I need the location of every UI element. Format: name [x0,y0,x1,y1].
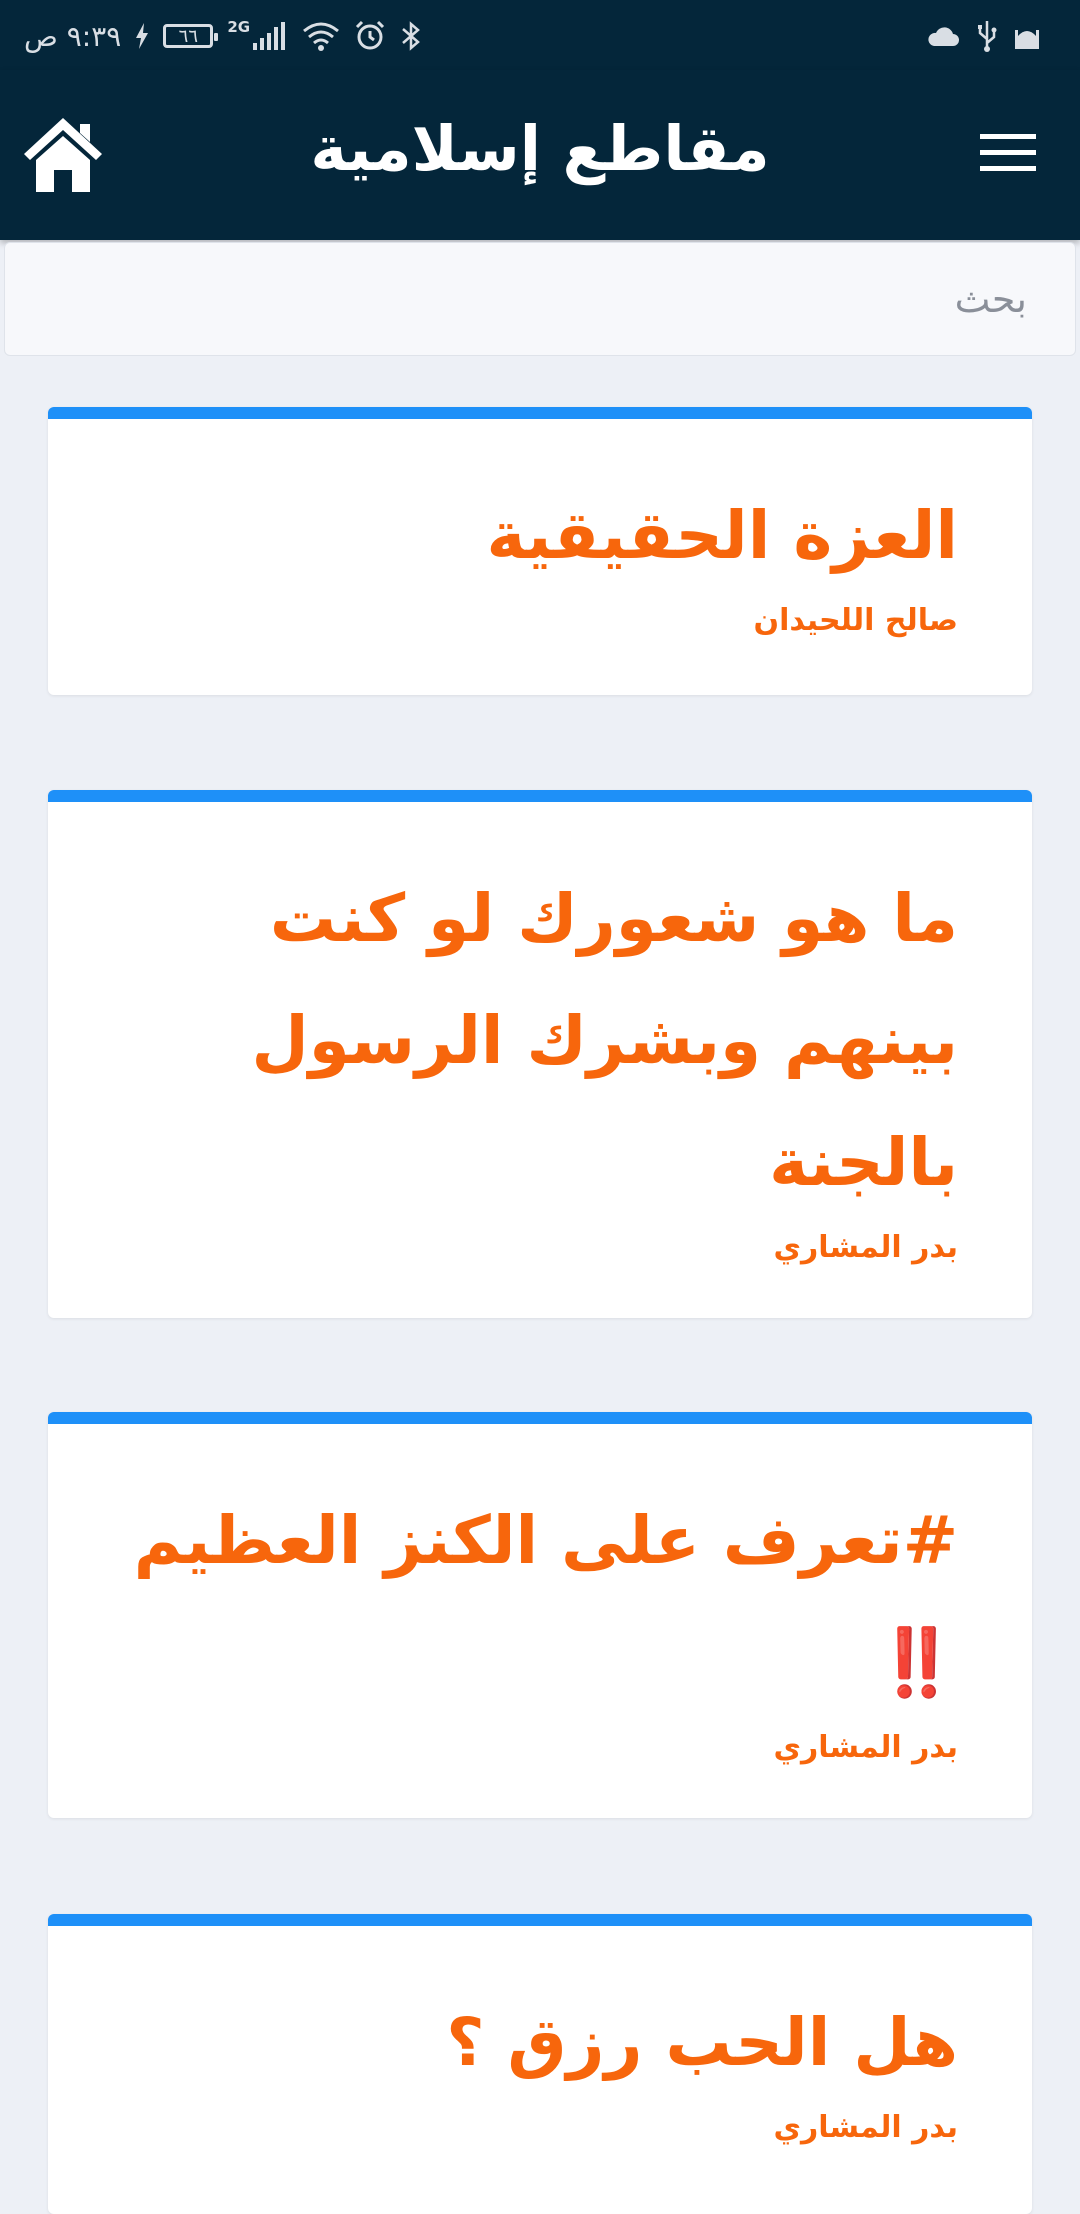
card-title: هل الحب رزق ؟ [446,2004,958,2081]
video-card[interactable]: العزة الحقيقية صالح اللحيدان [48,407,1032,695]
network-type: 2G [227,18,251,36]
usb-icon [978,21,997,52]
card-title: العزة الحقيقية [486,497,958,574]
menu-button[interactable] [980,132,1036,174]
bluetooth-icon [402,21,420,51]
card-title: ما هو شعورك لو كنت بينهم وبشرك الرسول با… [251,880,958,1201]
alarm-icon [356,20,385,50]
status-bar: ٩:٣٩ ص ٦٦ 2G [0,0,1080,70]
clock: ٩:٣٩ ص [24,19,122,53]
card-author: بدر المشاري [773,1730,958,1765]
signal-icon [253,22,286,50]
card-author: بدر المشاري [773,2110,958,2145]
status-left: ٩:٣٩ ص ٦٦ 2G [24,14,422,58]
charging-icon [136,23,149,49]
video-card[interactable]: ما هو شعورك لو كنت بينهم وبشرك الرسول با… [48,790,1032,1318]
search-bar [4,242,1076,356]
card-title: #تعرف على الكنز العظيم [133,1502,958,1579]
video-card[interactable]: هل الحب رزق ؟ بدر المشاري [48,1914,1032,2214]
battery-level: ٦٦ [178,25,198,47]
app-header: مقاطع إسلامية [0,70,1080,240]
exclamation-mark: ‼️ [875,1624,958,1701]
card-title-wrap: #تعرف على الكنز العظيم ‼️ [122,1480,958,1724]
wifi-icon [303,22,340,51]
cloud-icon [928,27,959,46]
battery-icon: ٦٦ [163,24,219,48]
status-right [926,14,1040,58]
search-input[interactable] [5,243,1075,355]
page-title: مقاطع إسلامية [310,112,770,185]
card-author: صالح اللحيدان [753,603,958,638]
video-card[interactable]: #تعرف على الكنز العظيم ‼️ بدر المشاري [48,1412,1032,1818]
menu-icon [980,134,1036,171]
card-author: بدر المشاري [773,1230,958,1265]
mosque-icon [1015,30,1039,49]
